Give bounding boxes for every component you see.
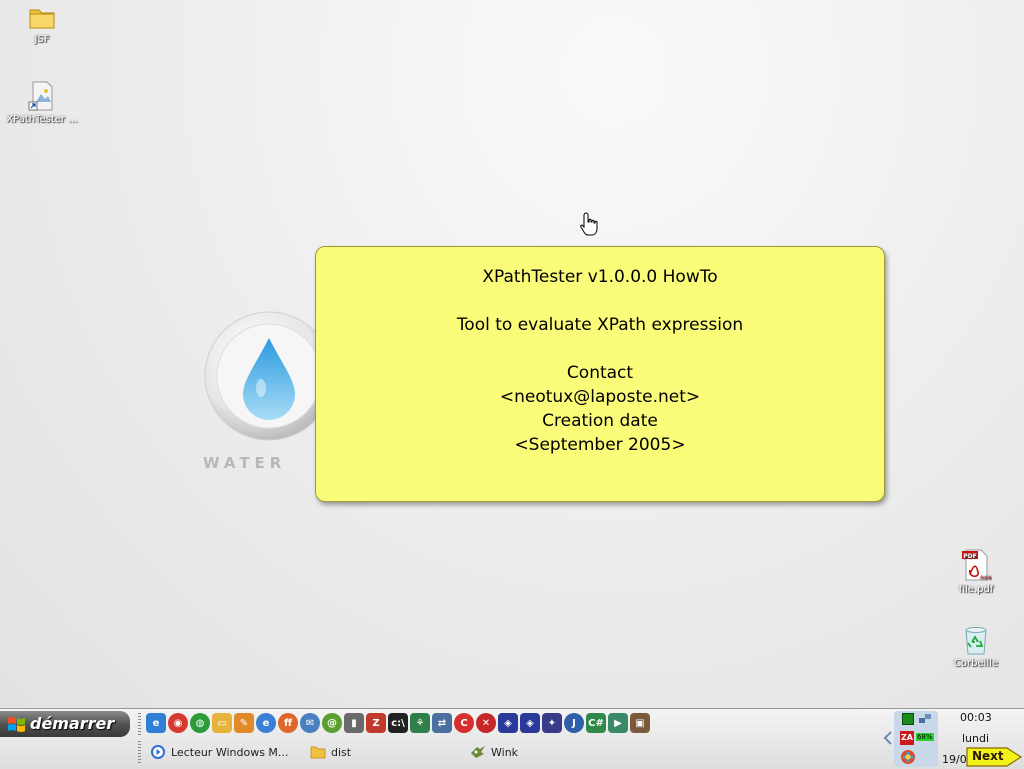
svg-text:PDF: PDF [963, 553, 976, 560]
desktop-icon-file-pdf[interactable]: PDF Adobe file.pdf [934, 548, 1018, 595]
task-button-dist[interactable]: dist [310, 741, 470, 763]
globe-icon[interactable]: ◍ [190, 713, 210, 733]
note-date-label: Creation date [542, 411, 658, 431]
taskbar: démarrer e ◉ ◍ ▭ ✎ e ff ✉ @ ▮ Z c:\ ⚘ ⇄ … [0, 708, 1024, 769]
task-button-media-player[interactable]: Lecteur Windows M... [150, 741, 310, 763]
play-icon[interactable]: ▶ [608, 713, 628, 733]
quicklaunch-grip[interactable] [138, 713, 141, 735]
desktop-icon-corbeille[interactable]: Corbeille [934, 624, 1018, 669]
tree-icon[interactable]: ⚘ [410, 713, 430, 733]
next-label: Next [972, 749, 1004, 763]
desktop-icon-label: Corbeille [953, 658, 999, 669]
clock-time[interactable]: 00:03 [960, 711, 992, 724]
folder-icon [310, 746, 326, 759]
desktop-icon-label: JSF [34, 34, 50, 45]
network-icon[interactable]: ⇄ [432, 713, 452, 733]
chrome-like-icon[interactable]: ◉ [168, 713, 188, 733]
mail-icon[interactable]: ✉ [300, 713, 320, 733]
stop-icon[interactable]: ✕ [476, 713, 496, 733]
pdf-icon: PDF Adobe [962, 549, 992, 581]
windows-update-icon[interactable] [900, 749, 916, 765]
info-note: XPathTester v1.0.0.0 HowTo Tool to evalu… [315, 246, 885, 502]
system-tray: ZA 68% 00:03 lundi 19/0 Next [883, 709, 1024, 769]
svg-text:Adobe: Adobe [980, 575, 992, 581]
note-contact-label: Contact [566, 363, 634, 383]
desktop-icon-label: file.pdf [958, 584, 994, 595]
zonealarm-icon[interactable]: ZA [900, 731, 914, 745]
next-button[interactable]: Next [966, 747, 1022, 767]
start-button[interactable]: démarrer [0, 711, 130, 737]
book-icon[interactable]: ▮ [344, 713, 364, 733]
console-icon[interactable]: c:\ [388, 713, 408, 733]
taskbar-grip[interactable] [138, 741, 141, 765]
wallpaper-text: WATER [203, 454, 287, 472]
desktop-icon-label: XPathTester ... [6, 114, 78, 125]
folder-icon[interactable]: ▭ [212, 713, 232, 733]
cube-icon[interactable]: ◈ [520, 713, 540, 733]
note-title: XPathTester v1.0.0.0 HowTo [482, 267, 718, 287]
wink-icon [471, 746, 485, 758]
task-label: dist [331, 745, 352, 759]
j-icon[interactable]: J [564, 713, 584, 733]
desktop: JSF XPathTester ... PDF Adobe file.pdf [0, 0, 1024, 708]
hand-cursor-icon [580, 212, 598, 236]
at-icon[interactable]: @ [322, 713, 342, 733]
desktop-icon-xpathtester[interactable]: XPathTester ... [0, 80, 84, 125]
firefox-icon[interactable]: ff [278, 713, 298, 733]
task-buttons: Lecteur Windows M... dist Wink [150, 741, 630, 765]
folder-icon [29, 9, 55, 29]
media-player-icon [151, 745, 165, 759]
tray-expand-icon[interactable] [882, 731, 894, 745]
windows-flag-icon [8, 717, 25, 732]
cube-icon[interactable]: ◈ [498, 713, 518, 733]
battery-level: 68% [916, 733, 934, 741]
battery-icon[interactable] [902, 713, 914, 725]
recycle-bin-icon [965, 627, 987, 655]
quick-launch-bar: e ◉ ◍ ▭ ✎ e ff ✉ @ ▮ Z c:\ ⚘ ⇄ C ✕ ◈ ◈ ✦… [146, 713, 650, 735]
task-label: Lecteur Windows M... [171, 745, 289, 759]
shortcut-image-icon [28, 81, 53, 111]
pencil-icon[interactable]: ✎ [234, 713, 254, 733]
clock-day: lundi [962, 732, 990, 745]
ie-icon[interactable]: e [256, 713, 276, 733]
csharp-icon[interactable]: C# [586, 713, 606, 733]
task-button-wink[interactable]: Wink [470, 741, 630, 763]
start-label: démarrer [30, 714, 115, 733]
note-contact-email: <neotux@laposte.net> [499, 387, 701, 407]
filezilla-icon[interactable]: Z [366, 713, 386, 733]
app-icon[interactable]: ▣ [630, 713, 650, 733]
tool-icon[interactable]: ✦ [542, 713, 562, 733]
task-label: Wink [491, 745, 519, 759]
c-icon[interactable]: C [454, 713, 474, 733]
network-tray-icon[interactable] [918, 712, 932, 726]
note-description: Tool to evaluate XPath expression [456, 315, 744, 335]
desktop-icon-jsf[interactable]: JSF [0, 4, 84, 45]
note-date-value: <September 2005> [514, 435, 686, 455]
ie-icon[interactable]: e [146, 713, 166, 733]
